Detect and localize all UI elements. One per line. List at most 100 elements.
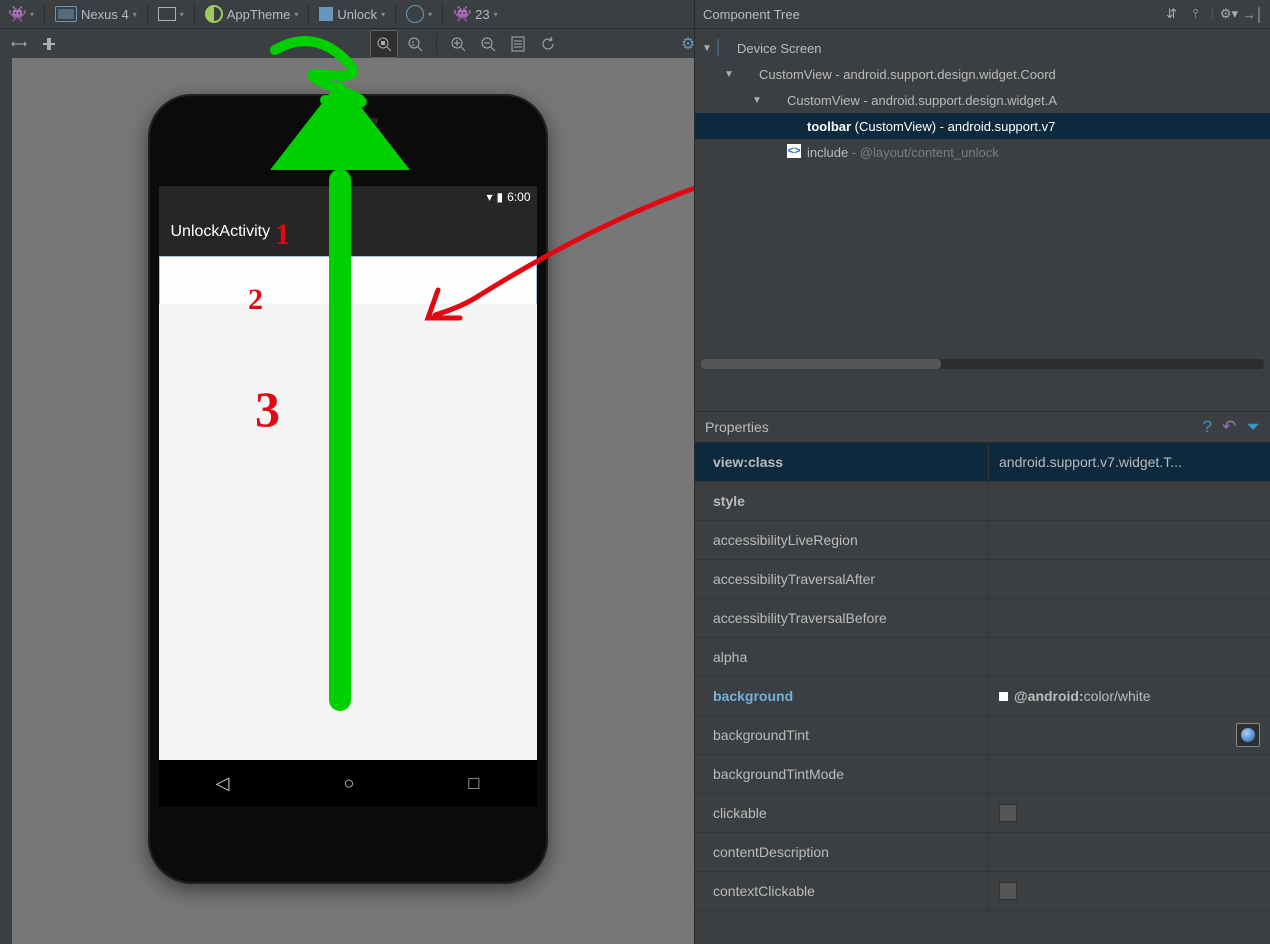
property-name: backgroundTintMode bbox=[695, 755, 989, 793]
tree-label: CustomView - android.support.design.widg… bbox=[787, 93, 1057, 108]
separator bbox=[442, 4, 443, 24]
right-panel: Component Tree ⇵ ⫯ | ⚙▾ →│ ▼ Device Scre… bbox=[694, 0, 1270, 944]
api-select[interactable]: 👾 23 ▾ bbox=[449, 3, 501, 25]
design-toolbar: 1 ⚙ bbox=[0, 29, 707, 60]
property-value[interactable]: android.support.v7.widget.T... bbox=[989, 454, 1270, 470]
tree-customview-2[interactable]: ▼ CustomView - android.support.design.wi… bbox=[695, 87, 1270, 113]
content-area[interactable] bbox=[159, 304, 537, 760]
filter-icon[interactable]: ⏷ bbox=[1246, 417, 1260, 437]
chevron-down-icon: ▾ bbox=[381, 10, 385, 19]
property-name: style bbox=[695, 482, 989, 520]
property-row-background[interactable]: background @android:color/white bbox=[695, 677, 1270, 716]
hide-icon[interactable]: →│ bbox=[1244, 5, 1262, 23]
tree-label: Device Screen bbox=[737, 41, 822, 56]
zoom-fit-button[interactable] bbox=[370, 30, 398, 58]
toolbar-widget-selected[interactable] bbox=[159, 256, 537, 306]
autoconnect-button[interactable] bbox=[36, 31, 62, 57]
tree-toolbar[interactable]: toolbar (CustomView) - android.support.v… bbox=[695, 113, 1270, 139]
property-value[interactable] bbox=[989, 723, 1270, 747]
device-screen-icon bbox=[717, 39, 719, 56]
component-tree[interactable]: ▼ Device Screen ▼ CustomView - android.s… bbox=[695, 29, 1270, 411]
properties-title: Properties bbox=[705, 419, 1193, 435]
property-name: contentDescription bbox=[695, 833, 989, 871]
property-row-style[interactable]: style bbox=[695, 482, 1270, 521]
property-row-accessibilitytraversalbefore[interactable]: accessibilityTraversalBefore bbox=[695, 599, 1270, 638]
property-row-accessibilityliveregion[interactable]: accessibilityLiveRegion bbox=[695, 521, 1270, 560]
zoom-in-button[interactable] bbox=[445, 31, 471, 57]
navigation-bar: ◁ ○ □ bbox=[159, 760, 537, 806]
include-icon: <> bbox=[787, 144, 801, 158]
tree-customview-1[interactable]: ▼ CustomView - android.support.design.wi… bbox=[695, 61, 1270, 87]
property-row-alpha[interactable]: alpha bbox=[695, 638, 1270, 677]
property-row-backgroundtintmode[interactable]: backgroundTintMode bbox=[695, 755, 1270, 794]
expand-toggle[interactable]: ▼ bbox=[723, 69, 735, 80]
expand-toggle[interactable]: ▼ bbox=[751, 95, 763, 106]
property-value[interactable] bbox=[989, 882, 1270, 900]
refresh-button[interactable] bbox=[535, 31, 561, 57]
zoom-actual-button[interactable]: 1 bbox=[402, 31, 428, 57]
layout-label: Unlock bbox=[337, 7, 377, 22]
property-row-accessibilitytraversalafter[interactable]: accessibilityTraversalAfter bbox=[695, 560, 1270, 599]
locale-button[interactable]: ▾ bbox=[402, 3, 436, 25]
property-name: view:class bbox=[695, 443, 989, 481]
layout-select[interactable]: Unlock ▾ bbox=[315, 5, 389, 24]
property-name: backgroundTint bbox=[695, 716, 989, 754]
undo-icon[interactable]: ↶ bbox=[1222, 417, 1236, 437]
horizontal-scrollbar[interactable] bbox=[701, 359, 1264, 369]
api-label: 23 bbox=[475, 7, 489, 22]
property-row-viewclass[interactable]: view:class android.support.v7.widget.T..… bbox=[695, 443, 1270, 482]
app-bar: UnlockActivity bbox=[159, 208, 537, 256]
property-value[interactable] bbox=[989, 804, 1270, 822]
expand-icon[interactable]: ⫯ bbox=[1187, 5, 1205, 23]
device-screen[interactable]: ▾ ▮ 6:00 UnlockActivity ◁ ○ □ bbox=[159, 186, 537, 806]
separator bbox=[436, 34, 437, 54]
device-icon bbox=[55, 6, 77, 22]
checkbox[interactable] bbox=[999, 882, 1017, 900]
property-name: contextClickable bbox=[695, 872, 989, 910]
properties-table: view:class android.support.v7.widget.T..… bbox=[695, 443, 1270, 944]
property-row-contentdescription[interactable]: contentDescription bbox=[695, 833, 1270, 872]
property-row-contextclickable[interactable]: contextClickable bbox=[695, 872, 1270, 911]
device-label: Nexus 4 bbox=[81, 7, 129, 22]
chevron-down-icon: ▾ bbox=[180, 10, 184, 19]
tree-label: toolbar (CustomView) - android.support.v… bbox=[807, 119, 1055, 134]
tree-device-screen[interactable]: ▼ Device Screen bbox=[695, 35, 1270, 61]
separator bbox=[147, 4, 148, 24]
orientation-button[interactable]: ▾ bbox=[154, 5, 188, 23]
android-config-button[interactable]: 👾 ▾ bbox=[4, 3, 38, 25]
separator bbox=[194, 4, 195, 24]
tree-label: CustomView - android.support.design.widg… bbox=[759, 67, 1056, 82]
device-frame: ▾ ▮ 6:00 UnlockActivity ◁ ○ □ bbox=[148, 94, 548, 884]
settings-icon[interactable]: ⚙▾ bbox=[1220, 5, 1238, 23]
property-name: accessibilityLiveRegion bbox=[695, 521, 989, 559]
blueprint-button[interactable] bbox=[505, 31, 531, 57]
property-row-clickable[interactable]: clickable bbox=[695, 794, 1270, 833]
property-value[interactable]: @android:color/white bbox=[989, 688, 1270, 704]
property-name: alpha bbox=[695, 638, 989, 676]
tree-include[interactable]: <> include - @layout/content_unlock bbox=[695, 139, 1270, 165]
property-name: accessibilityTraversalBefore bbox=[695, 599, 989, 637]
device-select[interactable]: Nexus 4 ▾ bbox=[51, 4, 141, 24]
design-canvas[interactable]: ▾ ▮ 6:00 UnlockActivity ◁ ○ □ bbox=[0, 58, 695, 944]
chevron-down-icon: ▾ bbox=[133, 10, 137, 19]
property-row-backgroundtint[interactable]: backgroundTint bbox=[695, 716, 1270, 755]
expand-horiz-button[interactable] bbox=[6, 31, 32, 57]
svg-text:1: 1 bbox=[411, 41, 415, 48]
zoom-out-button[interactable] bbox=[475, 31, 501, 57]
help-icon[interactable]: ? bbox=[1203, 417, 1212, 437]
wifi-icon: ▾ bbox=[487, 190, 493, 204]
collapse-icon[interactable]: ⇵ bbox=[1163, 5, 1181, 23]
earpiece bbox=[318, 118, 378, 124]
separator bbox=[395, 4, 396, 24]
checkbox[interactable] bbox=[999, 804, 1017, 822]
battery-icon: ▮ bbox=[497, 190, 504, 204]
expand-toggle[interactable]: ▼ bbox=[701, 43, 713, 54]
theme-select[interactable]: AppTheme ▾ bbox=[201, 3, 303, 25]
android-icon: 👾 bbox=[8, 5, 26, 23]
globe-icon bbox=[406, 5, 424, 23]
status-bar: ▾ ▮ 6:00 bbox=[159, 186, 537, 208]
browse-resource-button[interactable] bbox=[1236, 723, 1260, 747]
theme-icon bbox=[205, 5, 223, 23]
chevron-down-icon: ▾ bbox=[294, 10, 298, 19]
tree-label: include - @layout/content_unlock bbox=[807, 145, 999, 160]
